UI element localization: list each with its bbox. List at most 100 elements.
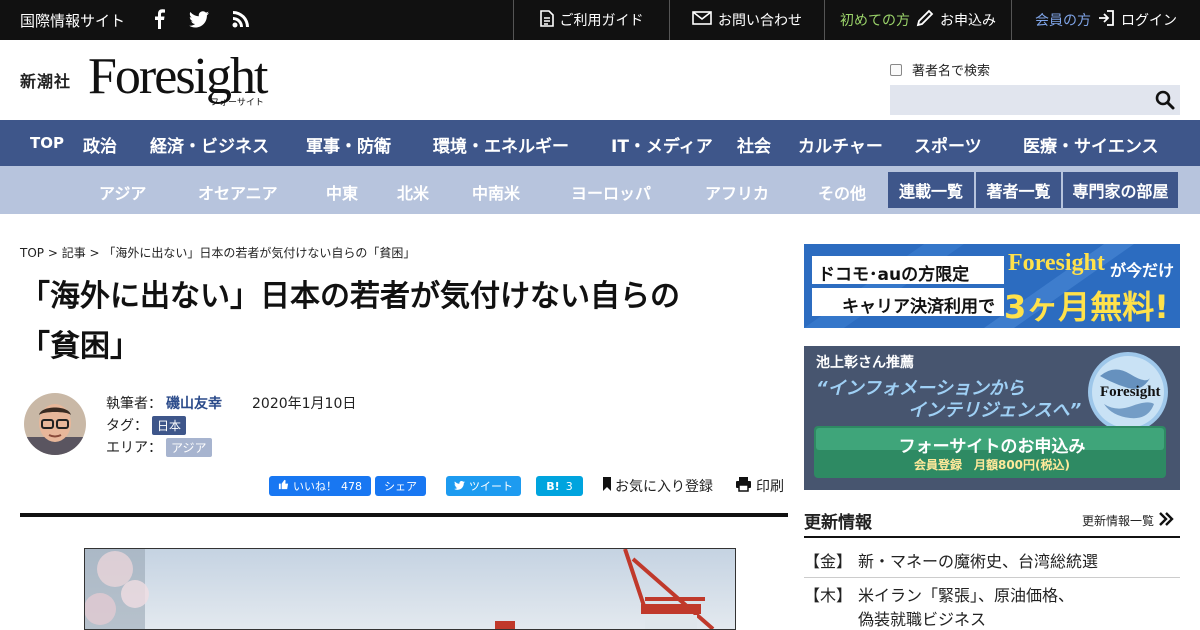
region-nav: アジア オセアニア 中東 北米 中南米 ヨーロッパ アフリカ その他 連載一覧 … (0, 166, 1200, 214)
publish-date: 2020年1月10日 (252, 396, 357, 412)
nav-economy[interactable]: 経済・ビジネス (150, 132, 269, 157)
hatena-count: 3 (565, 479, 573, 493)
region-other[interactable]: その他 (818, 180, 866, 204)
search-input[interactable] (890, 85, 1180, 115)
article-title: 「海外に出ない」日本の若者が気付けない自らの 「貧困」 (20, 272, 780, 372)
top-bar: 国際情報サイト ご利用ガイド お問い合わせ 初めての方 お申込み 会員の方 ログ… (0, 0, 1200, 40)
banner1-suffix: が今だけ (1110, 261, 1175, 280)
guide-link[interactable]: ご利用ガイド (513, 0, 669, 40)
signup-link[interactable]: 初めての方 お申込み (824, 0, 1011, 40)
news-day: 【木】 (804, 586, 853, 605)
news-text-line2: 偽装就職ビジネス (858, 610, 987, 629)
tweet-label: ツイート (469, 480, 513, 493)
nav-it-media[interactable]: IT・メディア (611, 132, 713, 157)
publisher-name: 新潮社 (20, 72, 72, 91)
pencil-icon (916, 9, 934, 31)
region-asia[interactable]: アジア (99, 180, 146, 204)
facebook-share-button[interactable]: シェア (375, 476, 426, 496)
first-time-label: 初めての方 (840, 13, 910, 29)
print-button[interactable]: 印刷 (735, 476, 784, 496)
article-hero-image (84, 548, 736, 630)
contact-link[interactable]: お問い合わせ (669, 0, 824, 40)
banner1-line2: キャリア決済利用で (842, 297, 995, 317)
article-title-line1: 「海外に出ない」日本の若者が気付けない自らの (20, 279, 680, 314)
experts-room-button[interactable]: 専門家の部屋 (1063, 172, 1178, 208)
region-latin-america[interactable]: 中南米 (472, 180, 520, 204)
news-item[interactable]: 【木】 米イラン「緊張」、原油価格、 偽装就職ビジネス (804, 584, 1180, 630)
nav-military[interactable]: 軍事・防衛 (306, 132, 391, 157)
print-label: 印刷 (756, 479, 784, 495)
site-label: 国際情報サイト (20, 12, 126, 30)
nav-medical-science[interactable]: 医療・サイエンス (1023, 132, 1159, 157)
contact-label: お問い合わせ (718, 13, 802, 29)
twitter-icon[interactable] (188, 8, 210, 30)
news-item[interactable]: 【金】 新・マネーの魔術史、台湾総統選 (804, 550, 1180, 578)
author-search-checkbox[interactable] (890, 63, 902, 76)
banner1-line1: ドコモ･auの方限定 (818, 265, 970, 285)
login-link[interactable]: 会員の方 ログイン (1011, 0, 1200, 40)
document-icon (539, 9, 554, 31)
twitter-icon (454, 480, 465, 493)
fb-like-count: 478 (341, 479, 362, 493)
login-icon (1097, 9, 1115, 31)
search-area: 著者名で検索 (890, 60, 1180, 115)
banner2-cta-sub: 会員登録 月額800円(税込) (913, 458, 1071, 472)
rss-icon[interactable] (230, 8, 252, 30)
nav-society[interactable]: 社会 (737, 132, 771, 157)
main-nav: TOP 政治 経済・ビジネス 軍事・防衛 環境・エネルギー IT・メディア 社会… (0, 120, 1200, 166)
hatena-bookmark-button[interactable]: B! 3 (536, 476, 583, 496)
nav-politics[interactable]: 政治 (83, 132, 117, 157)
region-europe[interactable]: ヨーロッパ (571, 180, 651, 204)
mail-icon (692, 11, 712, 29)
hatena-label: B! (546, 479, 560, 493)
nav-environment[interactable]: 環境・エネルギー (433, 132, 569, 157)
author-link[interactable]: 磯山友幸 (166, 393, 222, 413)
favorite-button[interactable]: お気に入り登録 (602, 476, 713, 496)
banner1-offer: 3ヶ月無料! (1004, 288, 1169, 326)
region-africa[interactable]: アフリカ (705, 180, 769, 204)
series-list-button[interactable]: 連載一覧 (888, 172, 974, 208)
member-label: 会員の方 (1035, 13, 1091, 29)
guide-label: ご利用ガイド (559, 13, 644, 29)
signup-label: お申込み (940, 13, 996, 29)
tweet-button[interactable]: ツイート (446, 476, 521, 496)
nav-top[interactable]: TOP (30, 134, 64, 152)
banner1-brand: Foresight (1008, 250, 1105, 276)
fb-like-label: いいね！ (293, 480, 337, 493)
banner2-logo: Foresight (1100, 384, 1161, 400)
thumbs-up-icon (278, 479, 289, 493)
tag-label: タグ： (106, 418, 148, 434)
subscribe-banner[interactable]: 池上彰さん推薦 “インフォメーションから インテリジェンスへ” Foresigh… (804, 346, 1180, 490)
news-text: 米イラン「緊張」、原油価格、 (858, 586, 1075, 605)
region-north-america[interactable]: 北米 (397, 180, 429, 204)
region-middle-east[interactable]: 中東 (326, 180, 358, 204)
logo-subtitle: フォーサイト (210, 98, 264, 108)
facebook-like-button[interactable]: いいね！ 478 (269, 476, 371, 496)
news-day: 【金】 (804, 552, 853, 571)
tag-badge[interactable]: 日本 (152, 415, 187, 435)
author-label: 執筆者： (106, 396, 162, 412)
login-label: ログイン (1121, 13, 1177, 29)
updates-more-link[interactable]: 更新情報一覧 (1082, 512, 1174, 529)
banner2-quote2: インテリジェンスへ” (908, 400, 1082, 421)
site-header: 新潮社 Foresight フォーサイト 著者名で検索 (0, 40, 1200, 120)
nav-sports[interactable]: スポーツ (914, 132, 982, 157)
banner2-cta[interactable]: フォーサイトのお申込み (804, 432, 1180, 457)
region-oceania[interactable]: オセアニア (198, 180, 278, 204)
updates-title: 更新情報 (804, 513, 872, 533)
area-badge[interactable]: アジア (166, 437, 212, 457)
printer-icon (735, 476, 752, 496)
search-icon[interactable] (1154, 89, 1176, 111)
favorite-label: お気に入り登録 (615, 479, 713, 495)
nav-culture[interactable]: カルチャー (798, 132, 883, 157)
authors-list-button[interactable]: 著者一覧 (976, 172, 1061, 208)
breadcrumb[interactable]: TOP > 記事 > 「海外に出ない」日本の若者が気付けない自らの「貧困」 (20, 244, 415, 261)
bookmark-icon (602, 476, 612, 496)
article-divider (20, 513, 788, 517)
author-avatar[interactable] (24, 393, 86, 455)
area-label: エリア： (106, 440, 162, 456)
facebook-icon[interactable] (148, 8, 170, 30)
carrier-payment-banner[interactable]: ドコモ･auの方限定 キャリア決済利用で Foresight が今だけ 3ヶ月無… (804, 244, 1180, 328)
updates-more-label: 更新情報一覧 (1082, 514, 1155, 528)
article-title-line2: 「貧困」 (20, 329, 140, 364)
